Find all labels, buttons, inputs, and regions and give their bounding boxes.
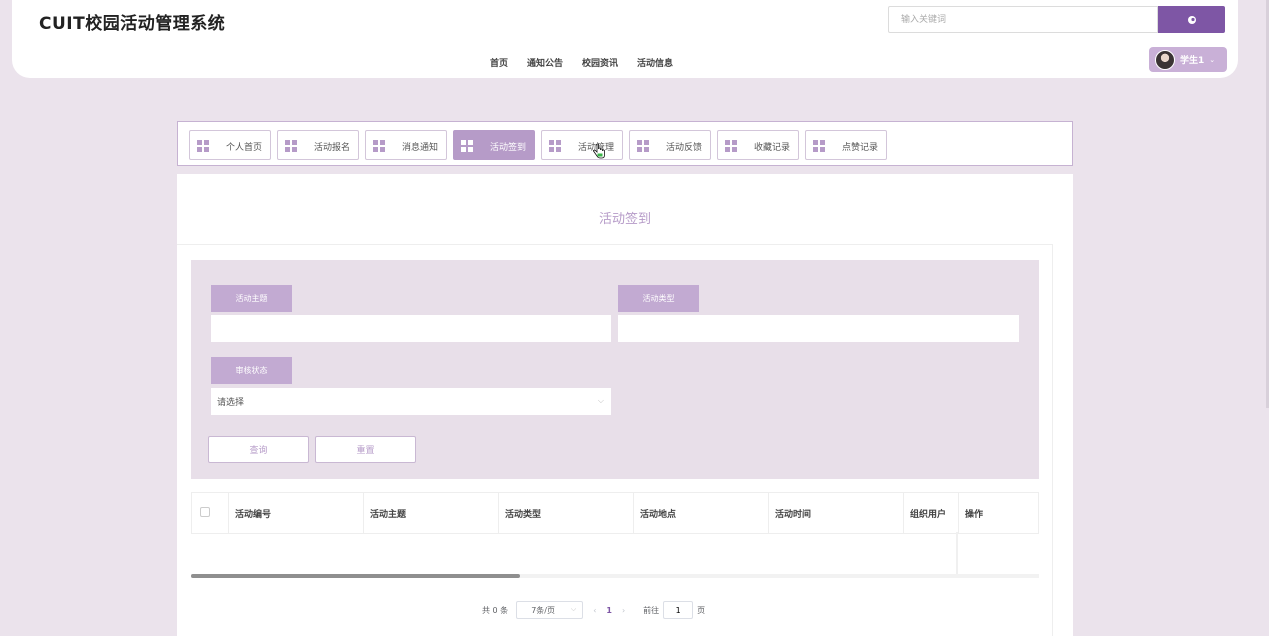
column-header[interactable]: 活动地点 (634, 493, 769, 533)
grid-icon (285, 140, 297, 152)
tab-activity-signup[interactable]: 活动报名 (277, 130, 359, 160)
chevron-down-icon: ⌄ (1209, 55, 1216, 64)
tab-activity-checkin[interactable]: 活动签到 (453, 130, 535, 160)
tab-likes[interactable]: 点赞记录 (805, 130, 887, 160)
page-size-value: 7条/页 (531, 605, 555, 615)
user-name: 学生1 (1180, 56, 1205, 66)
total-count: 共 0 条 (482, 605, 509, 615)
goto-label: 前往 (643, 605, 660, 615)
tab-messages[interactable]: 消息通知 (365, 130, 447, 160)
tab-label: 活动反馈 (665, 143, 702, 153)
theme-input[interactable] (211, 315, 611, 342)
status-select-value: 请选择 (217, 398, 245, 408)
prev-page-button[interactable]: ‹ (593, 606, 596, 615)
type-input[interactable] (618, 315, 1019, 342)
tab-label: 个人首页 (225, 143, 262, 153)
tab-favorites[interactable]: 收藏记录 (717, 130, 799, 160)
grid-icon (461, 140, 473, 152)
status-select[interactable]: 请选择 ⌵ (211, 388, 611, 415)
column-header[interactable]: 活动类型 (499, 493, 634, 533)
column-header[interactable]: 组织用户 (904, 493, 959, 533)
tab-label: 点赞记录 (841, 143, 878, 153)
select-all-column (192, 493, 229, 533)
nav-home[interactable]: 首页 (490, 56, 508, 69)
page-number[interactable]: 1 (606, 606, 612, 615)
pagination: 共 0 条 7条/页 ⌵ ‹ 1 › 前往 页 (482, 601, 705, 619)
grid-icon (549, 140, 561, 152)
page-title: 活动签到 (598, 212, 651, 227)
nav-activities[interactable]: 活动信息 (637, 56, 673, 69)
page-suffix: 页 (697, 605, 706, 615)
center-tabs: 个人首页 活动报名 消息通知 活动签到 活动管理 活动反馈 收藏记录 点赞记录 (177, 121, 1073, 166)
filter-panel: 活动主题 活动类型 审核状态 请选择 ⌵ 查询 重置 (191, 260, 1039, 479)
query-button[interactable]: 查询 (208, 436, 309, 463)
search-input[interactable] (888, 6, 1158, 33)
page-size-select[interactable]: 7条/页 ⌵ (516, 601, 584, 619)
tab-label: 消息通知 (401, 143, 438, 153)
tab-activity-feedback[interactable]: 活动反馈 (629, 130, 711, 160)
nav-news[interactable]: 校园资讯 (582, 56, 618, 69)
column-header[interactable]: 活动时间 (769, 493, 904, 533)
grid-icon (373, 140, 385, 152)
grid-icon (637, 140, 649, 152)
grid-icon (725, 140, 737, 152)
status-label: 审核状态 (211, 357, 292, 384)
user-menu[interactable]: 学生1 ⌄ (1149, 47, 1227, 72)
type-label: 活动类型 (618, 285, 699, 312)
tab-label: 活动报名 (313, 143, 350, 153)
column-header: 操作 (965, 509, 984, 520)
chevron-down-icon: ⌵ (597, 396, 604, 405)
search-button[interactable] (1158, 6, 1225, 33)
reset-button[interactable]: 重置 (315, 436, 416, 463)
next-page-button[interactable]: › (622, 606, 625, 615)
tab-label: 收藏记录 (753, 143, 790, 153)
search-icon (1187, 15, 1196, 24)
user-avatar (1155, 49, 1175, 70)
site-logo[interactable]: CUIT校园活动管理系统 (39, 9, 225, 34)
grid-icon (813, 140, 825, 152)
grid-icon (197, 140, 209, 152)
table-scrollbar[interactable] (191, 574, 520, 578)
column-header[interactable]: 活动编号 (229, 493, 364, 533)
nav-notices[interactable]: 通知公告 (527, 56, 563, 69)
fixed-column-divider (956, 532, 958, 576)
tab-activity-manage[interactable]: 活动管理 (541, 130, 623, 160)
goto-page-input[interactable] (663, 601, 694, 619)
tab-personal-home[interactable]: 个人首页 (189, 130, 271, 160)
activity-table: 活动编号 活动主题 活动类型 活动地点 活动时间 组织用户 操作 (191, 492, 1039, 534)
theme-label: 活动主题 (211, 285, 292, 312)
column-header[interactable]: 活动主题 (364, 493, 499, 533)
main-nav: 首页 通知公告 校园资讯 活动信息 (490, 56, 673, 69)
chevron-down-icon: ⌵ (570, 605, 577, 613)
tab-label: 活动签到 (489, 143, 526, 153)
select-all-checkbox[interactable] (200, 507, 210, 517)
top-header: CUIT校园活动管理系统 首页 通知公告 校园资讯 活动信息 学生1 ⌄ (12, 0, 1238, 78)
main-panel: 活动签到 活动主题 活动类型 审核状态 请选择 ⌵ 查询 重置 活动编号 活动主… (177, 174, 1073, 636)
hand-cursor-icon (593, 144, 605, 159)
